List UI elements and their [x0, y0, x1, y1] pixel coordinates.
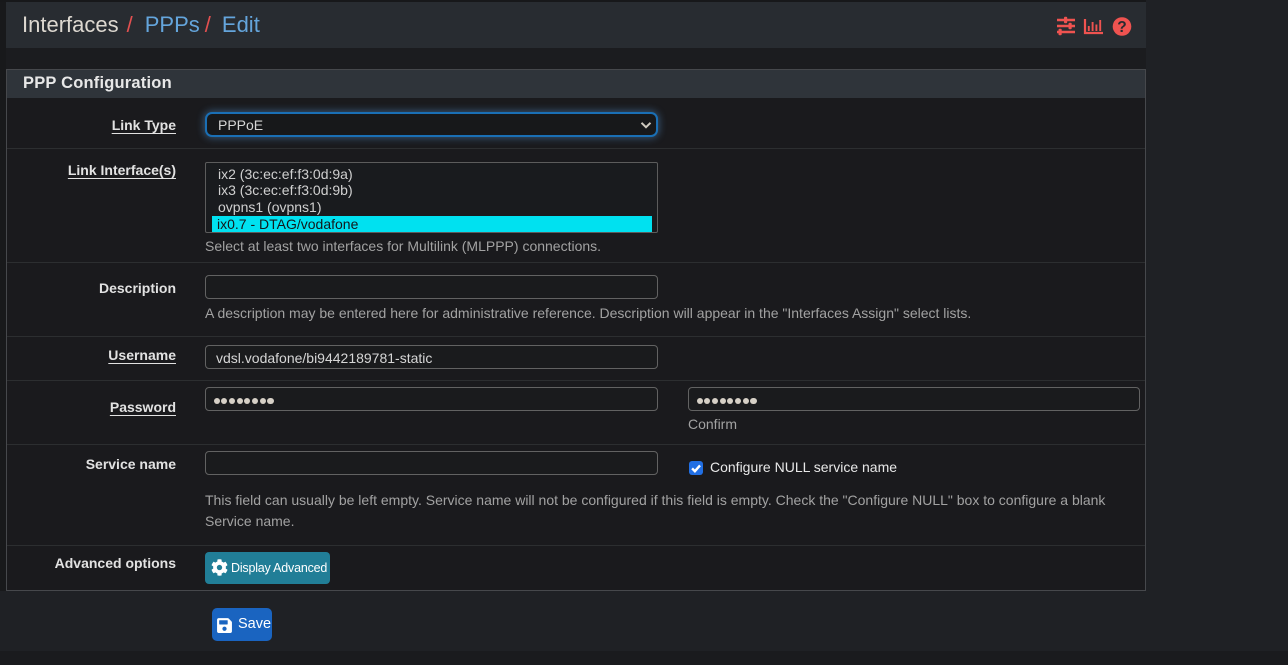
svg-text:?: ? [1117, 19, 1126, 36]
